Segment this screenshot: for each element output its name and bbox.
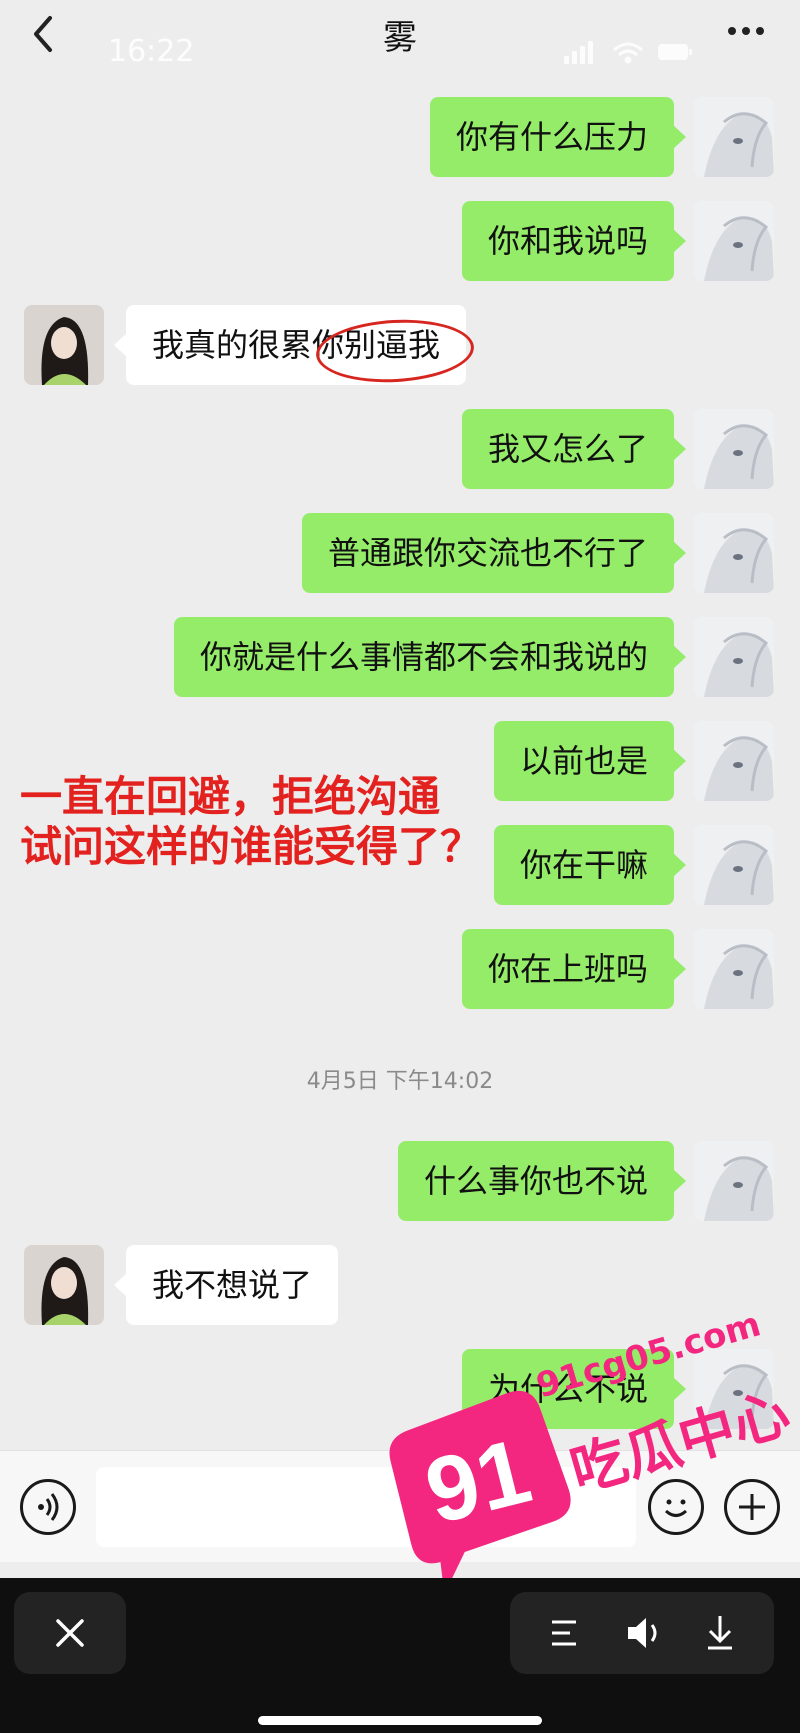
my-avatar[interactable] <box>694 201 774 281</box>
annotation-line-2: 试问这样的谁能受得了？ <box>20 822 483 871</box>
speaker-icon[interactable] <box>628 1618 657 1648</box>
my-avatar[interactable] <box>694 929 774 1009</box>
message-bubble-sent[interactable]: 我又怎么了 <box>461 409 687 489</box>
message-bubble-sent[interactable]: 什么事你也不说 <box>397 1141 687 1221</box>
status-icons <box>562 38 702 66</box>
close-button[interactable] <box>14 1592 126 1674</box>
annotation-line-1: 一直在回避，拒绝沟通 <box>20 772 441 821</box>
message-bubble-sent[interactable]: 以前也是 <box>493 721 687 801</box>
message-row: 你在上班吗 <box>0 929 800 1009</box>
contact-avatar[interactable] <box>24 1245 104 1325</box>
message-bubble-sent[interactable]: 你就是什么事情都不会和我说的 <box>173 617 687 697</box>
chat-timestamp: 4月5日 下午14:02 <box>306 1069 494 1094</box>
voice-icon <box>38 1493 59 1521</box>
message-row: 你就是什么事情都不会和我说的 <box>0 617 800 697</box>
message-row: 你有什么压力 <box>0 97 800 177</box>
my-avatar[interactable] <box>694 721 774 801</box>
message-row: 普通跟你交流也不行了 <box>0 513 800 593</box>
my-avatar[interactable] <box>694 409 774 489</box>
message-bubble-sent[interactable]: 你在上班吗 <box>461 929 687 1009</box>
my-avatar[interactable] <box>694 617 774 697</box>
more-dots-icon <box>728 27 764 35</box>
message-row: 什么事你也不说 <box>0 1141 800 1221</box>
battery-icon <box>658 44 692 60</box>
message-bubble-sent[interactable]: 你有什么压力 <box>429 97 687 177</box>
home-indicator[interactable] <box>258 1716 542 1725</box>
download-icon[interactable] <box>708 1616 732 1650</box>
player-controls <box>510 1592 774 1674</box>
message-row: 我不想说了 <box>0 1245 800 1325</box>
message-row: 你和我说吗 <box>0 201 800 281</box>
my-avatar[interactable] <box>694 1141 774 1221</box>
more-button[interactable] <box>718 16 774 46</box>
chat-header: 16:22 雾 <box>0 0 800 92</box>
message-bubble-sent[interactable]: 你和我说吗 <box>461 201 687 281</box>
media-player-bar <box>0 1578 800 1733</box>
contact-avatar[interactable] <box>24 305 104 385</box>
wifi-icon <box>613 42 643 64</box>
annotation-text: 一直在回避，拒绝沟通 试问这样的谁能受得了？ <box>20 772 482 872</box>
close-icon <box>56 1619 84 1647</box>
my-avatar[interactable] <box>694 513 774 593</box>
message-bubble-sent[interactable]: 普通跟你交流也不行了 <box>301 513 687 593</box>
message-bubble-sent[interactable]: 你在干嘛 <box>493 825 687 905</box>
signal-icon <box>564 41 593 64</box>
my-avatar[interactable] <box>694 825 774 905</box>
voice-button[interactable] <box>20 1479 76 1535</box>
message-bubble-received[interactable]: 我不想说了 <box>113 1245 339 1325</box>
message-row: 我又怎么了 <box>0 409 800 489</box>
my-avatar[interactable] <box>694 97 774 177</box>
list-icon[interactable] <box>552 1620 576 1646</box>
